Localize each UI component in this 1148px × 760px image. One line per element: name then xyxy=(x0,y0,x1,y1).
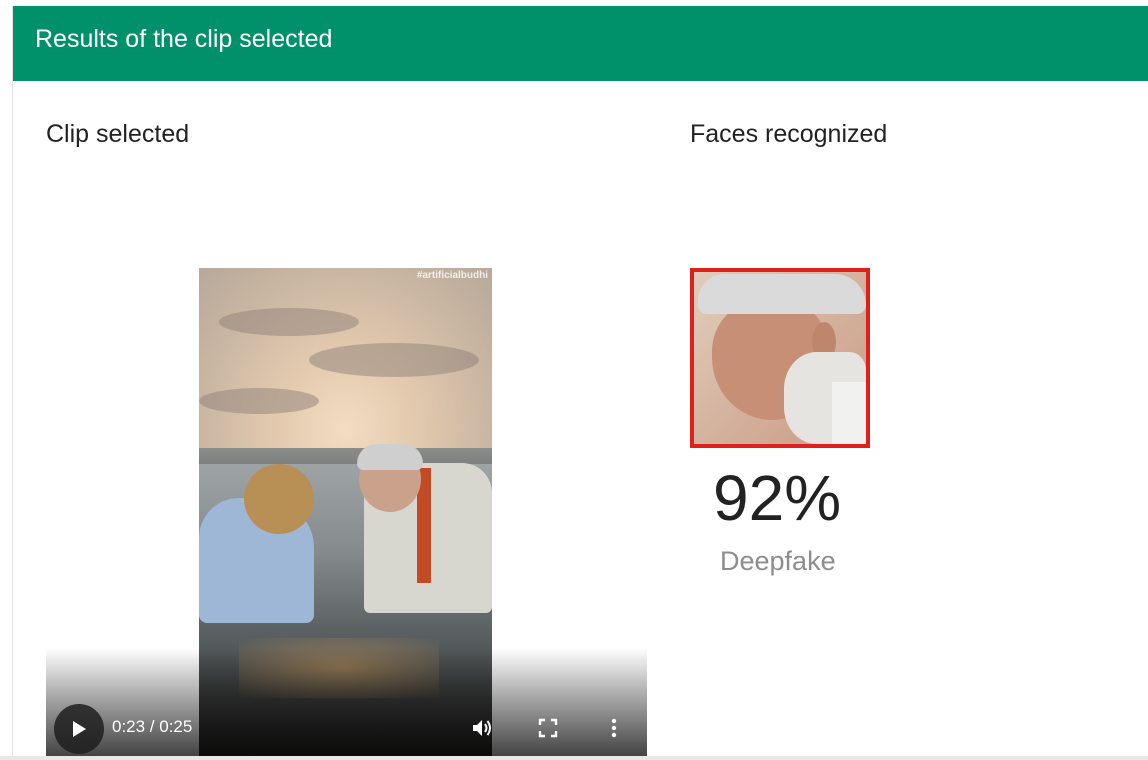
video-controls: 0:23 / 0:25 xyxy=(46,698,647,758)
page: Results of the clip selected Clip select… xyxy=(0,0,1148,760)
fullscreen-icon xyxy=(538,718,558,738)
video-man-hair xyxy=(357,444,423,470)
face-shirt xyxy=(832,382,866,444)
video-cloud xyxy=(309,343,479,377)
fullscreen-button[interactable] xyxy=(536,716,560,740)
video-watermark: #artificialbudhi xyxy=(416,270,488,281)
deepfake-verdict: Deepfake xyxy=(720,546,836,576)
video-time: 0:23 / 0:25 xyxy=(112,717,193,736)
play-icon xyxy=(73,721,86,737)
video-cloud xyxy=(199,388,319,414)
video-cloud xyxy=(219,308,359,336)
volume-icon xyxy=(473,720,491,736)
more-options-button[interactable] xyxy=(602,716,626,740)
deepfake-score: 92% xyxy=(713,462,842,534)
play-button[interactable] xyxy=(54,704,104,754)
recognized-face-thumbnail[interactable] xyxy=(690,268,870,448)
clip-section-title: Clip selected xyxy=(46,120,190,148)
faces-section-title: Faces recognized xyxy=(690,120,888,148)
volume-button[interactable] xyxy=(470,716,494,740)
card-header: Results of the clip selected xyxy=(13,6,1148,81)
results-card: Results of the clip selected Clip select… xyxy=(12,6,1148,758)
bottom-divider xyxy=(0,756,1148,760)
video-woman-hair xyxy=(244,464,314,534)
face-hair xyxy=(698,274,866,314)
video-player[interactable]: #artificialbudhi 0:23 / 0:25 xyxy=(46,268,647,758)
more-icon xyxy=(611,718,617,738)
video-city xyxy=(199,448,492,464)
